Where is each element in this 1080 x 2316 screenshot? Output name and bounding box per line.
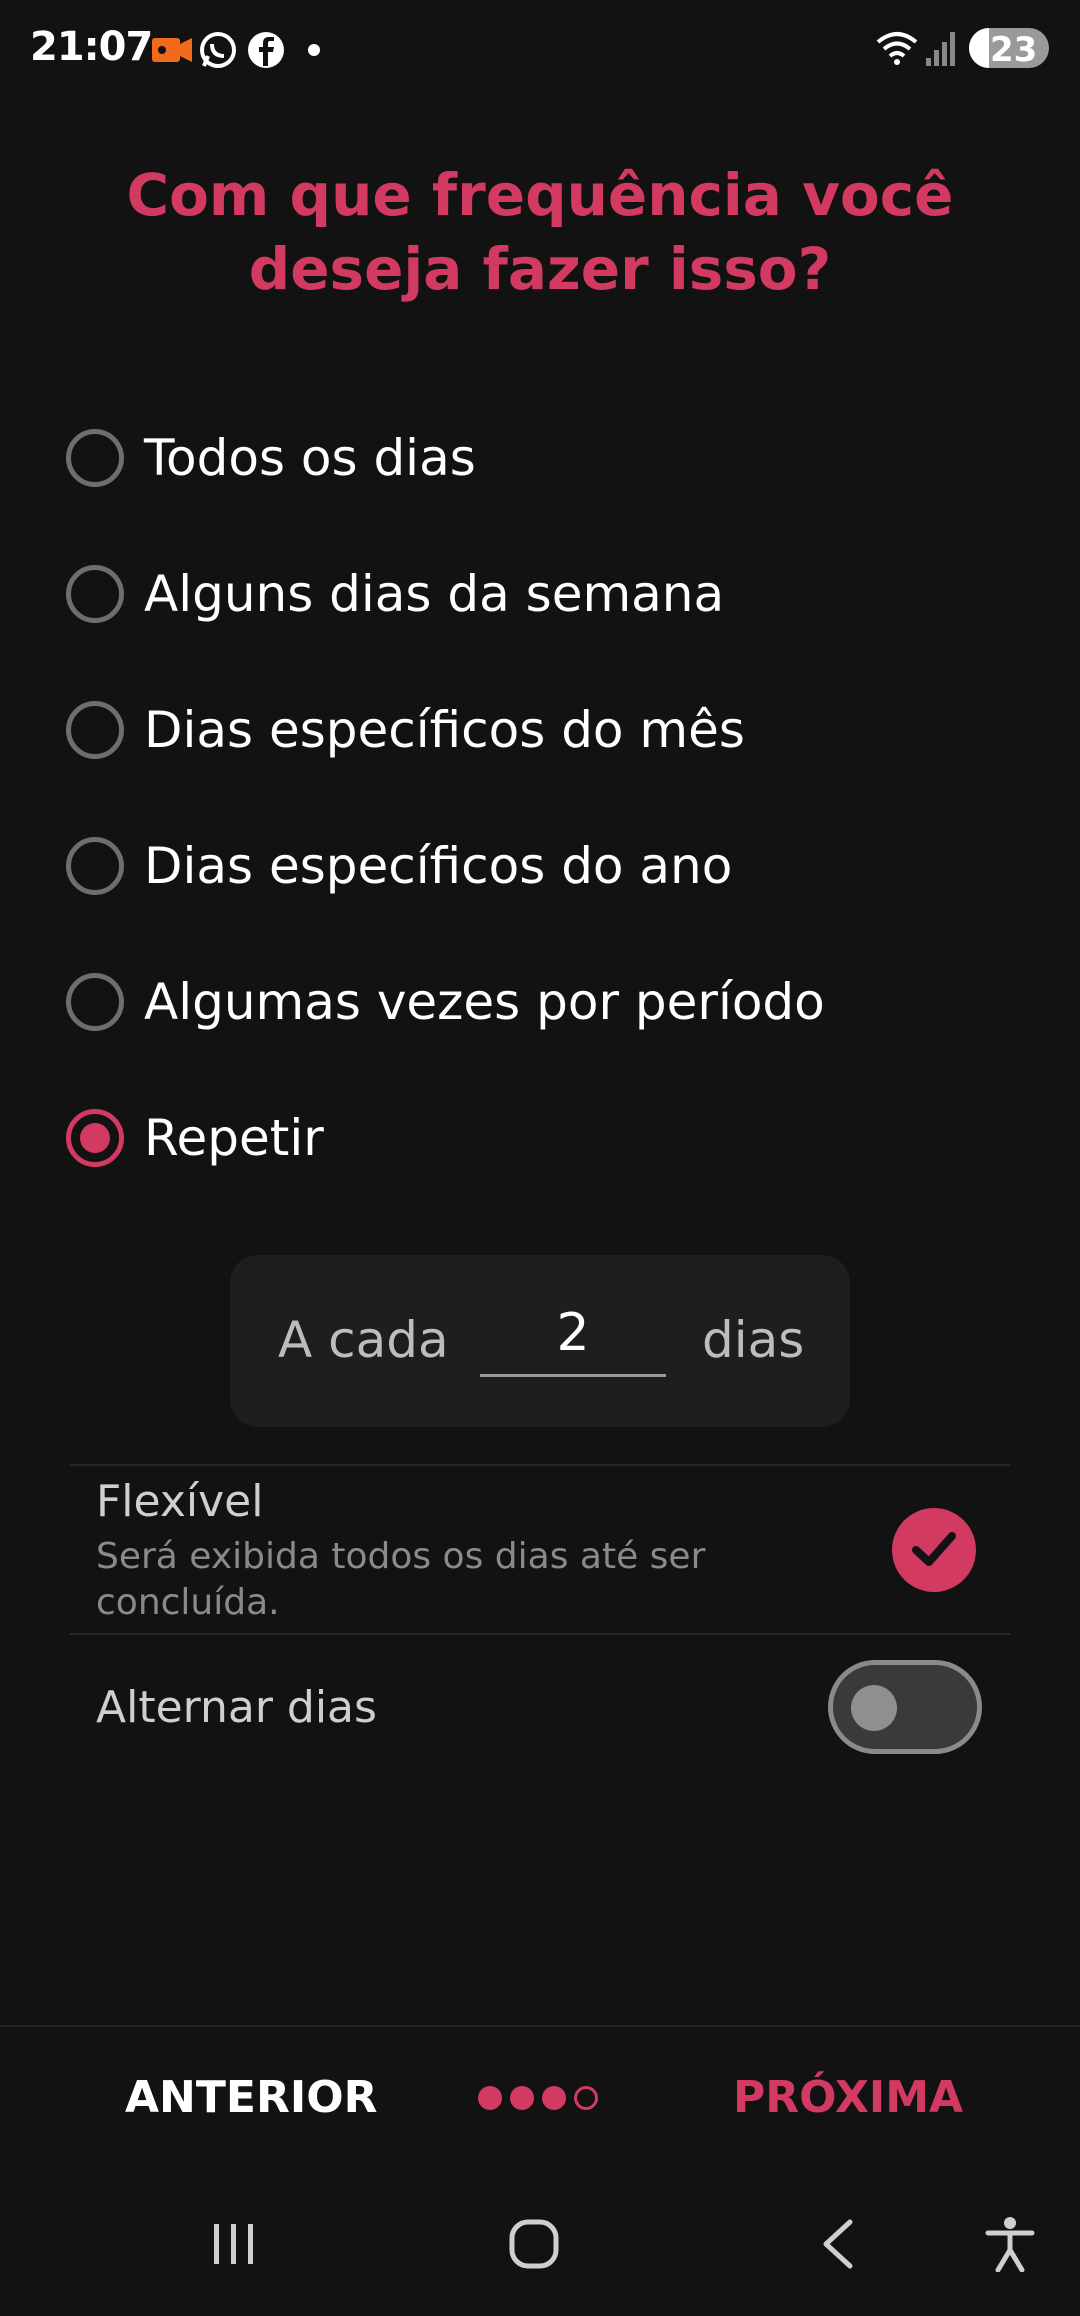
interval-suffix: dias — [702, 1311, 805, 1369]
system-navigation-bar — [0, 2200, 1080, 2316]
option-label: Dias específicos do ano — [144, 837, 733, 895]
radio-selected-icon[interactable] — [66, 1109, 124, 1167]
bottom-bar-divider — [0, 2025, 1080, 2027]
step-dot-empty — [574, 2086, 598, 2110]
toggle-knob — [851, 1685, 897, 1731]
home-icon[interactable] — [508, 2218, 560, 2275]
option-label: Todos os dias — [144, 429, 476, 487]
radio-icon[interactable] — [66, 837, 124, 895]
step-dot — [478, 2086, 502, 2110]
option-repetir[interactable]: Repetir — [66, 1098, 1026, 1178]
flexible-checkbox[interactable] — [892, 1508, 976, 1592]
step-dot — [542, 2086, 566, 2110]
page-title: Com que frequência você deseja fazer iss… — [126, 161, 954, 303]
interval-prefix: A cada — [278, 1311, 449, 1369]
facebook-icon — [246, 30, 286, 70]
previous-button[interactable]: ANTERIOR — [125, 2072, 377, 2123]
radio-icon[interactable] — [66, 973, 124, 1031]
option-dias-especificos-do-mes[interactable]: Dias específicos do mês — [66, 690, 1026, 770]
screen: 21:07 23 Com que frequência você deseja … — [0, 0, 1080, 2316]
signal-icon — [924, 28, 958, 73]
next-button[interactable]: PRÓXIMA — [733, 2072, 963, 2123]
whatsapp-icon — [198, 30, 238, 70]
option-todos-os-dias[interactable]: Todos os dias — [66, 418, 1026, 498]
divider — [70, 1633, 1010, 1635]
option-label: Alguns dias da semana — [144, 565, 725, 623]
status-time: 21:07 — [30, 24, 153, 70]
radio-icon[interactable] — [66, 701, 124, 759]
radio-icon[interactable] — [66, 429, 124, 487]
wifi-icon — [874, 28, 920, 73]
accessibility-icon[interactable] — [984, 2216, 1036, 2277]
option-label: Repetir — [144, 1109, 324, 1167]
step-dot — [510, 2086, 534, 2110]
option-label: Algumas vezes por período — [144, 973, 825, 1031]
dot-icon — [306, 42, 322, 82]
recent-apps-icon[interactable] — [208, 2218, 260, 2275]
radio-icon[interactable] — [66, 565, 124, 623]
alternate-days-toggle[interactable] — [828, 1660, 982, 1754]
battery-level: 23 — [990, 30, 1038, 70]
video-recording-icon — [150, 30, 194, 70]
check-icon — [912, 1532, 956, 1566]
flexible-description: Será exibida todos os dias até ser concl… — [96, 1536, 706, 1623]
divider — [70, 1464, 1010, 1466]
option-label: Dias específicos do mês — [144, 701, 745, 759]
status-bar: 21:07 23 — [0, 0, 1080, 100]
option-dias-especificos-do-ano[interactable]: Dias específicos do ano — [66, 826, 1026, 906]
repeat-interval-card: A cada 2 dias — [230, 1255, 850, 1427]
flexible-title: Flexível — [96, 1476, 264, 1527]
alternate-days-label: Alternar dias — [96, 1682, 377, 1733]
back-icon[interactable] — [818, 2218, 858, 2275]
step-indicator — [478, 2086, 598, 2110]
option-alguns-dias-da-semana[interactable]: Alguns dias da semana — [66, 554, 1026, 634]
option-algumas-vezes-por-periodo[interactable]: Algumas vezes por período — [66, 962, 1026, 1042]
interval-days-input[interactable]: 2 — [480, 1293, 666, 1377]
